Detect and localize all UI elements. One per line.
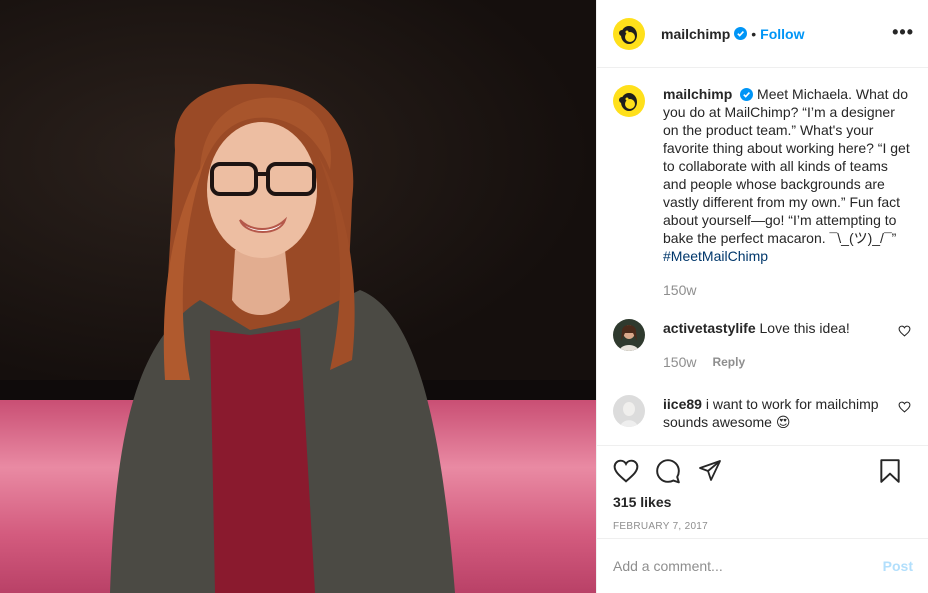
add-comment-bar: Post (597, 538, 928, 593)
comment-username[interactable]: activetastylife (663, 320, 756, 336)
verified-badge-icon (740, 88, 754, 101)
post-date: FEBRUARY 7, 2017 (613, 521, 709, 532)
comment-age: 150w (663, 354, 697, 370)
hashtag-link[interactable]: #MeetMailChimp (663, 248, 768, 264)
comment-body: Love this idea! (759, 320, 850, 336)
commenter-avatar[interactable] (613, 319, 645, 351)
comment-input[interactable] (613, 558, 883, 574)
caption-text: mailchimp Meet Michaela. What do you do … (663, 85, 913, 299)
caption-username[interactable]: mailchimp (663, 86, 732, 102)
share-icon[interactable] (697, 459, 723, 483)
post-comment-button[interactable]: Post (883, 558, 913, 574)
post-actions: 315 likes FEBRUARY 7, 2017 (597, 445, 928, 532)
post-header: mailchimp • Follow ••• (597, 0, 928, 68)
reply-button[interactable]: Reply (712, 353, 745, 371)
comment-text: activetastylife Love this idea! 150w Rep… (663, 319, 893, 371)
post-caption: mailchimp Meet Michaela. What do you do … (613, 85, 913, 299)
caption-body: Meet Michaela. What do you do at MailChi… (663, 86, 910, 246)
post-sidebar: mailchimp • Follow ••• mailchimp Meet Mi… (596, 0, 928, 593)
comment-meta: 150w Reply (663, 353, 893, 371)
more-options-icon[interactable]: ••• (892, 22, 914, 43)
profile-photo-icon (613, 319, 645, 351)
comment-text: iice89 i want to work for mailchimp soun… (663, 395, 893, 445)
commenter-avatar[interactable] (613, 395, 645, 427)
heart-icon[interactable] (613, 459, 639, 483)
comment-item: iice89 i want to work for mailchimp soun… (613, 395, 913, 445)
like-comment-icon[interactable] (898, 325, 911, 337)
follow-button[interactable]: Follow (760, 26, 804, 42)
action-icons (613, 446, 913, 496)
profile-photo-icon (613, 395, 645, 427)
mailchimp-logo-icon (619, 93, 637, 111)
comment-icon[interactable] (655, 458, 681, 484)
like-comment-icon[interactable] (898, 401, 911, 413)
bookmark-icon[interactable] (879, 458, 901, 484)
comment-username[interactable]: iice89 (663, 396, 702, 412)
person-illustration (110, 83, 455, 593)
likes-count[interactable]: 315 likes (613, 494, 913, 510)
verified-badge-icon (734, 27, 748, 40)
caption-avatar[interactable] (613, 85, 645, 117)
caption-age: 150w (663, 282, 697, 298)
mailchimp-logo-icon (619, 25, 637, 44)
comments-list[interactable]: mailchimp Meet Michaela. What do you do … (597, 69, 928, 445)
comment-item: activetastylife Love this idea! 150w Rep… (613, 319, 913, 371)
separator-dot: • (751, 25, 757, 42)
header-username[interactable]: mailchimp (661, 26, 730, 42)
mailchimp-avatar[interactable] (613, 17, 645, 50)
post-photo[interactable] (0, 0, 596, 593)
